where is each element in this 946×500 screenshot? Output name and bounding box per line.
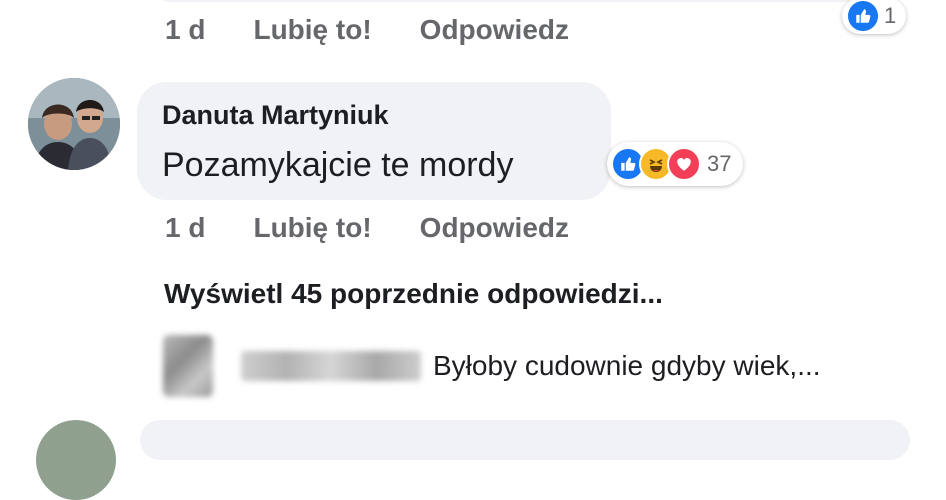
avatar[interactable] [28, 78, 120, 170]
previous-comment-time[interactable]: 1 d [165, 14, 205, 46]
comment-bubble: Danuta Martyniuk Pozamykajcie te mordy [137, 82, 611, 200]
comment-reactions[interactable]: 37 [607, 142, 744, 186]
next-comment-avatar[interactable] [36, 420, 116, 500]
previous-comment-bubble [150, 0, 910, 2]
previous-comment-reply-button[interactable]: Odpowiedz [420, 14, 569, 46]
like-icon [846, 0, 880, 33]
comment-author[interactable]: Danuta Martyniuk [162, 100, 389, 131]
previous-comment-actions: 1 d Lubię to! Odpowiedz [165, 14, 569, 46]
comment-text: Pozamykajcie te mordy [162, 146, 514, 184]
previous-comment-like-button[interactable]: Lubię to! [253, 14, 371, 46]
love-icon [667, 147, 701, 181]
view-previous-replies-link[interactable]: Wyświetl 45 poprzednie odpowiedzi... [164, 278, 663, 310]
reply-text: Byłoby cudownie gdyby wiek,... [433, 350, 821, 381]
comment-reaction-count: 37 [707, 151, 732, 176]
next-comment-bubble [140, 420, 910, 460]
latest-reply[interactable]: Byłoby cudownie gdyby wiek,... [163, 335, 821, 397]
previous-comment-reactions[interactable]: 1 [842, 0, 907, 34]
comment-like-button[interactable]: Lubię to! [253, 212, 371, 244]
comment-reply-button[interactable]: Odpowiedz [420, 212, 569, 244]
reply-author-blurred [241, 351, 421, 381]
comment-time[interactable]: 1 d [165, 212, 205, 244]
comment-actions: 1 d Lubię to! Odpowiedz [165, 212, 569, 244]
previous-comment-reaction-count: 1 [884, 3, 897, 28]
reply-avatar-blurred [163, 335, 213, 397]
